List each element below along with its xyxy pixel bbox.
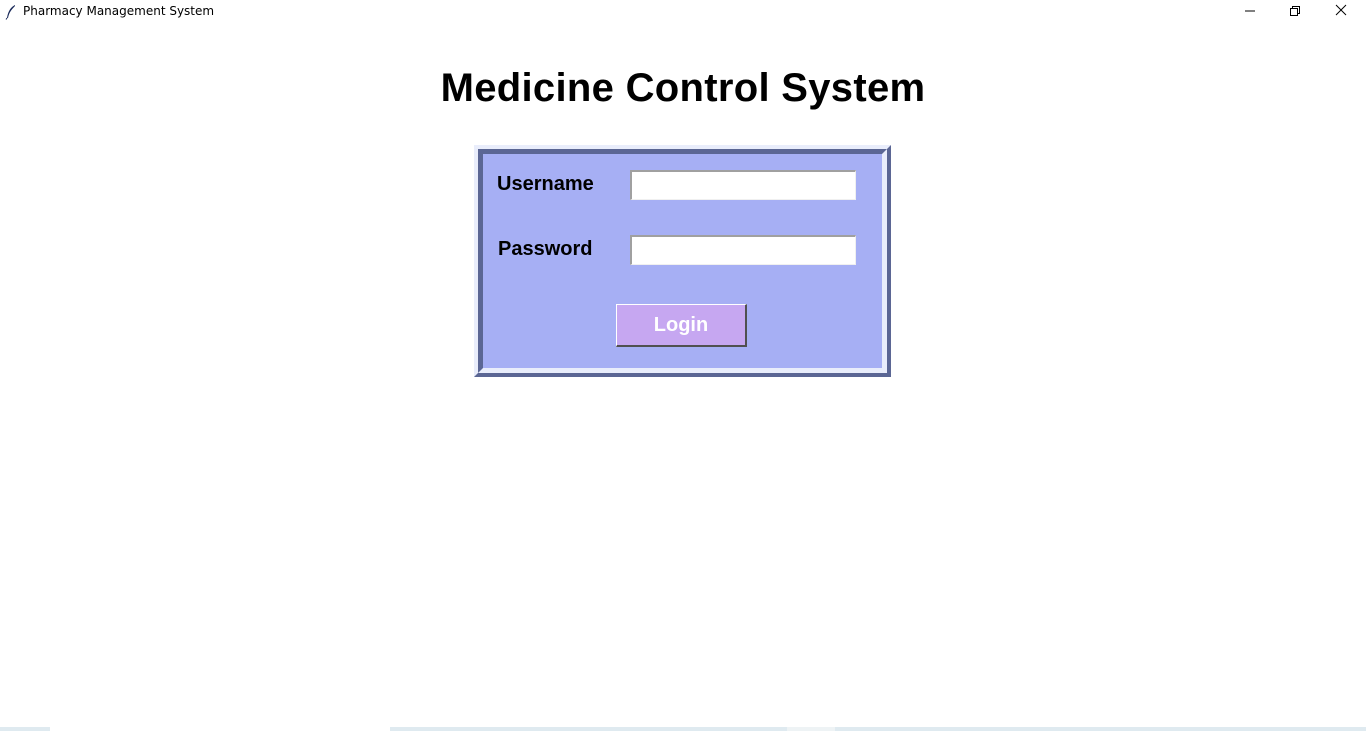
minimize-icon: [1245, 3, 1255, 21]
page-title: Medicine Control System: [440, 66, 926, 110]
taskbar-edge-segment: [50, 727, 390, 731]
app-window: Pharmacy Management System Medicine Cont…: [0, 0, 1366, 731]
window-title: Pharmacy Management System: [23, 4, 215, 18]
minimize-button[interactable]: [1227, 0, 1273, 24]
password-label: Password: [498, 238, 593, 260]
feather-icon: [5, 4, 17, 20]
taskbar-edge-segment: [787, 727, 835, 731]
login-button[interactable]: Login: [616, 304, 747, 347]
username-label: Username: [497, 173, 594, 195]
maximize-button[interactable]: [1272, 0, 1318, 24]
restore-icon: [1290, 3, 1300, 21]
close-button[interactable]: [1318, 0, 1364, 24]
password-input[interactable]: [630, 235, 856, 265]
title-bar[interactable]: Pharmacy Management System: [0, 0, 1366, 24]
close-icon: [1335, 3, 1347, 21]
username-input[interactable]: [630, 170, 856, 200]
